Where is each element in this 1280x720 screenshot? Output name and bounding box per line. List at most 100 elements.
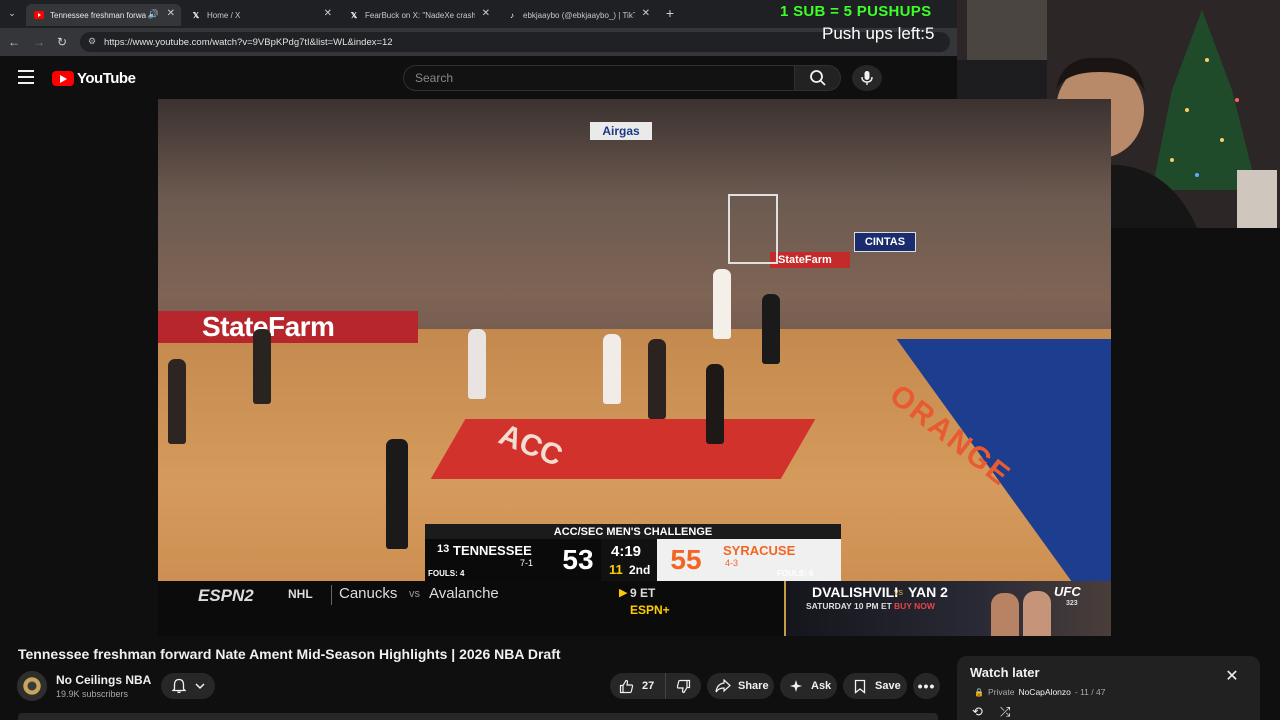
- notification-bell-button[interactable]: [161, 673, 215, 699]
- player-syracuse: [648, 339, 666, 419]
- tab-title: Tennessee freshman forwa: [50, 10, 147, 20]
- home-fouls: FOULS: 6: [777, 569, 814, 578]
- pushups-counter: Push ups left:5: [822, 24, 935, 43]
- ufc-logo: UFC: [1054, 584, 1081, 599]
- tiktok-icon: ♪: [510, 10, 514, 20]
- close-tab-icon[interactable]: ✕: [482, 8, 490, 19]
- chevron-down-icon: [194, 683, 205, 690]
- ufc-event-number: 323: [1066, 600, 1078, 607]
- espn2-logo: ESPN2: [198, 586, 254, 605]
- player-tennessee: [603, 334, 621, 404]
- ask-button[interactable]: Ask: [780, 673, 837, 699]
- url-text: https://www.youtube.com/watch?v=9VBpKPdg…: [104, 36, 393, 48]
- share-button[interactable]: Share: [707, 673, 774, 699]
- back-button[interactable]: ←: [6, 34, 22, 50]
- sparkle-icon: [790, 680, 802, 692]
- save-label: Save: [875, 680, 901, 692]
- site-info-icon[interactable]: ⚙: [88, 36, 96, 47]
- ticker-time: 9 ET: [630, 586, 656, 600]
- ticker-divider: [331, 585, 332, 605]
- away-score: 53: [555, 539, 601, 581]
- ufc-ad-banner: DVALISHVILI vs YAN 2 SATURDAY 10 PM ET B…: [784, 581, 1111, 636]
- referee: [762, 294, 780, 364]
- search-icon: [809, 70, 826, 86]
- scorebug-away: 13 TENNESSEE 7-1 FOULS: 4: [425, 539, 555, 581]
- close-tab-icon[interactable]: ✕: [324, 8, 332, 19]
- bell-icon: [171, 678, 186, 694]
- ufc-fighter-image: [991, 593, 1019, 636]
- away-team: TENNESSEE: [453, 543, 532, 558]
- loop-icon[interactable]: ⟲: [972, 704, 983, 720]
- youtube-play-icon: [52, 71, 74, 86]
- away-rank: 13: [437, 543, 450, 555]
- forward-button[interactable]: →: [31, 34, 47, 50]
- home-team: SYRACUSE: [723, 543, 796, 558]
- airgas-sign: Airgas: [590, 122, 652, 140]
- like-button[interactable]: 27: [610, 673, 666, 699]
- player-tennessee: [468, 329, 486, 399]
- tab-x-home[interactable]: 𝕏 Home / X ✕: [183, 4, 338, 26]
- video-title: Tennessee freshman forward Nate Ament Mi…: [18, 646, 561, 662]
- period: 2nd: [629, 563, 651, 577]
- referee: [386, 439, 408, 549]
- bookmark-icon: [854, 679, 866, 694]
- clock-time: 4:19: [611, 543, 642, 560]
- save-button[interactable]: Save: [843, 673, 907, 699]
- x-logo-icon: 𝕏: [350, 10, 358, 20]
- shot-clock: 11: [609, 562, 623, 577]
- ufc-cta: BUY NOW: [894, 601, 935, 611]
- youtube-icon: [34, 10, 44, 20]
- dislike-button[interactable]: [666, 679, 691, 694]
- search-input[interactable]: Search: [403, 65, 795, 91]
- ask-label: Ask: [811, 680, 832, 692]
- thumbs-down-icon: [676, 679, 691, 693]
- statefarm-banner: StateFarm: [202, 311, 335, 342]
- tab-title: FearBuck on X: "NadeXe crashe: [365, 10, 475, 20]
- tab-tiktok[interactable]: ♪ ebkjaaybo (@ebkjaaybo_) | TikT ✕: [499, 4, 656, 26]
- voice-search-button[interactable]: [852, 65, 882, 91]
- ticker-team-a: Canucks: [339, 585, 398, 602]
- player-syracuse: [253, 329, 271, 404]
- more-actions-button[interactable]: •••: [913, 673, 940, 699]
- address-bar[interactable]: ⚙ https://www.youtube.com/watch?v=9VBpKP…: [80, 32, 950, 52]
- search-button[interactable]: [795, 65, 841, 91]
- tab-audio-icon[interactable]: 🔊: [148, 9, 159, 20]
- ticker-team-b: Avalanche: [429, 585, 499, 602]
- thumbs-up-icon: [619, 679, 634, 693]
- home-score: 55: [657, 539, 715, 581]
- playlist-owner[interactable]: NoCapAlonzo: [1018, 687, 1070, 697]
- playlist-privacy: Private: [987, 687, 1015, 697]
- playlist-title[interactable]: Watch later: [970, 665, 1040, 680]
- playlist-position: - 11 / 47: [1074, 687, 1106, 697]
- tab-title: ebkjaaybo (@ebkjaaybo_) | TikT: [523, 10, 635, 20]
- playlist-meta: 🔒 Private NoCapAlonzo - 11 / 47: [974, 687, 1105, 697]
- reload-button[interactable]: ↻: [54, 34, 70, 50]
- player-tennessee: [713, 269, 731, 339]
- scorebug: 13 TENNESSEE 7-1 FOULS: 4 53 4:19 11 2nd…: [425, 539, 841, 581]
- channel-name[interactable]: No Ceilings NBA: [56, 673, 151, 687]
- youtube-logo[interactable]: YouTube: [52, 70, 136, 87]
- ufc-fighter-image: [1023, 591, 1051, 636]
- close-tab-icon[interactable]: ✕: [642, 8, 650, 19]
- close-playlist-icon[interactable]: ✕: [1224, 669, 1240, 685]
- stream-sub-banner: 1 SUB = 5 PUSHUPS: [780, 3, 932, 20]
- tab-search-chevron-icon[interactable]: ⌄: [4, 5, 20, 21]
- ticker-league: NHL: [288, 587, 313, 601]
- ufc-vs: vs: [894, 587, 903, 597]
- home-record: 4-3: [725, 558, 739, 568]
- tab-youtube-video[interactable]: Tennessee freshman forwa 🔊 ✕: [26, 4, 181, 26]
- microphone-icon: [861, 71, 873, 85]
- close-tab-icon[interactable]: ✕: [167, 8, 175, 19]
- ticker-vs: vs: [409, 588, 420, 600]
- share-icon: [715, 679, 731, 693]
- youtube-header: YouTube Search: [0, 58, 957, 98]
- shuffle-icon[interactable]: ⤮: [1000, 704, 1010, 720]
- player-syracuse: [706, 364, 724, 444]
- tab-x-post[interactable]: 𝕏 FearBuck on X: "NadeXe crashe ✕: [341, 4, 496, 26]
- hamburger-menu-icon[interactable]: [18, 70, 34, 84]
- statefarm-sign-small: StateFarm: [770, 252, 850, 268]
- cintas-sign: CINTAS: [854, 232, 916, 252]
- x-logo-icon: 𝕏: [192, 10, 200, 20]
- channel-avatar[interactable]: [17, 671, 47, 701]
- new-tab-button[interactable]: +: [662, 5, 678, 21]
